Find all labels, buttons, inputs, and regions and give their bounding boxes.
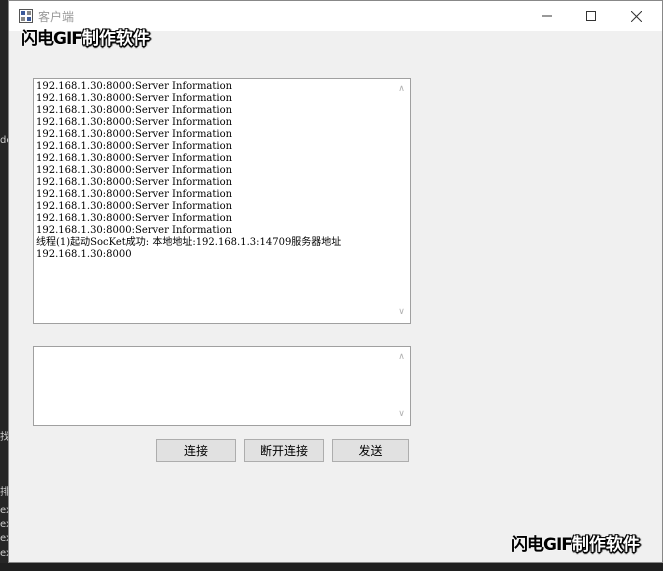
watermark-brand: 闪电GIF: [21, 29, 83, 49]
log-line: 192.168.1.30:8000:Server Information: [36, 213, 233, 224]
log-line: 192.168.1.30:8000:Server Information: [36, 93, 233, 104]
chevron-up-icon[interactable]: ∧: [397, 353, 406, 362]
log-output-textbox[interactable]: 192.168.1.30:8000:Server Information 192.…: [33, 78, 411, 324]
disconnect-button[interactable]: 断开连接: [244, 439, 324, 462]
maximize-button[interactable]: [568, 1, 614, 31]
log-line: 线程(1)起动SocKet成功: 本地地址:192.168.1.3:14709服…: [36, 237, 342, 248]
watermark-top: 闪电GIF制作软件: [21, 24, 150, 49]
log-line: 192.168.1.30:8000: [36, 249, 132, 260]
log-line: 192.168.1.30:8000:Server Information: [36, 117, 233, 128]
log-line: 192.168.1.30:8000:Server Information: [36, 225, 233, 236]
close-button[interactable]: [613, 1, 659, 31]
chevron-down-icon[interactable]: ∨: [397, 308, 406, 317]
watermark-suffix: 制作软件: [571, 535, 640, 555]
log-line: 192.168.1.30:8000:Server Information: [36, 189, 233, 200]
close-icon: [630, 10, 642, 22]
window-title: 客户端: [38, 10, 75, 24]
maximize-icon: [586, 11, 596, 21]
log-line: 192.168.1.30:8000:Server Information: [36, 105, 233, 116]
app-icon: [19, 9, 33, 23]
log-lines: 192.168.1.30:8000:Server Information 192.…: [36, 81, 392, 261]
log-line: 192.168.1.30:8000:Server Information: [36, 153, 233, 164]
log-scrollbar[interactable]: ∧ ∨: [393, 79, 410, 323]
watermark-bottom: 闪电GIF制作软件: [511, 530, 640, 555]
chevron-down-icon[interactable]: ∨: [397, 410, 406, 419]
connect-button[interactable]: 连接: [156, 439, 236, 462]
watermark-brand: 闪电GIF: [511, 535, 573, 555]
message-input-textbox[interactable]: ∧ ∨: [33, 346, 411, 426]
log-line: 192.168.1.30:8000:Server Information: [36, 141, 233, 152]
log-line: 192.168.1.30:8000:Server Information: [36, 165, 233, 176]
message-scrollbar[interactable]: ∧ ∨: [393, 347, 410, 425]
log-line: 192.168.1.30:8000:Server Information: [36, 129, 233, 140]
minimize-icon: [542, 15, 552, 17]
watermark-suffix: 制作软件: [81, 29, 150, 49]
log-line: 192.168.1.30:8000:Server Information: [36, 201, 233, 212]
background-taskbar-strip: [0, 563, 663, 571]
chevron-up-icon[interactable]: ∧: [397, 85, 406, 94]
client-window: 客户端 闪电GIF制作软件 192.168.1.30:8000:Server I…: [8, 0, 663, 563]
log-line: 192.168.1.30:8000:Server Information: [36, 81, 233, 92]
send-button[interactable]: 发送: [332, 439, 409, 462]
minimize-button[interactable]: [524, 1, 570, 31]
log-line: 192.168.1.30:8000:Server Information: [36, 177, 233, 188]
